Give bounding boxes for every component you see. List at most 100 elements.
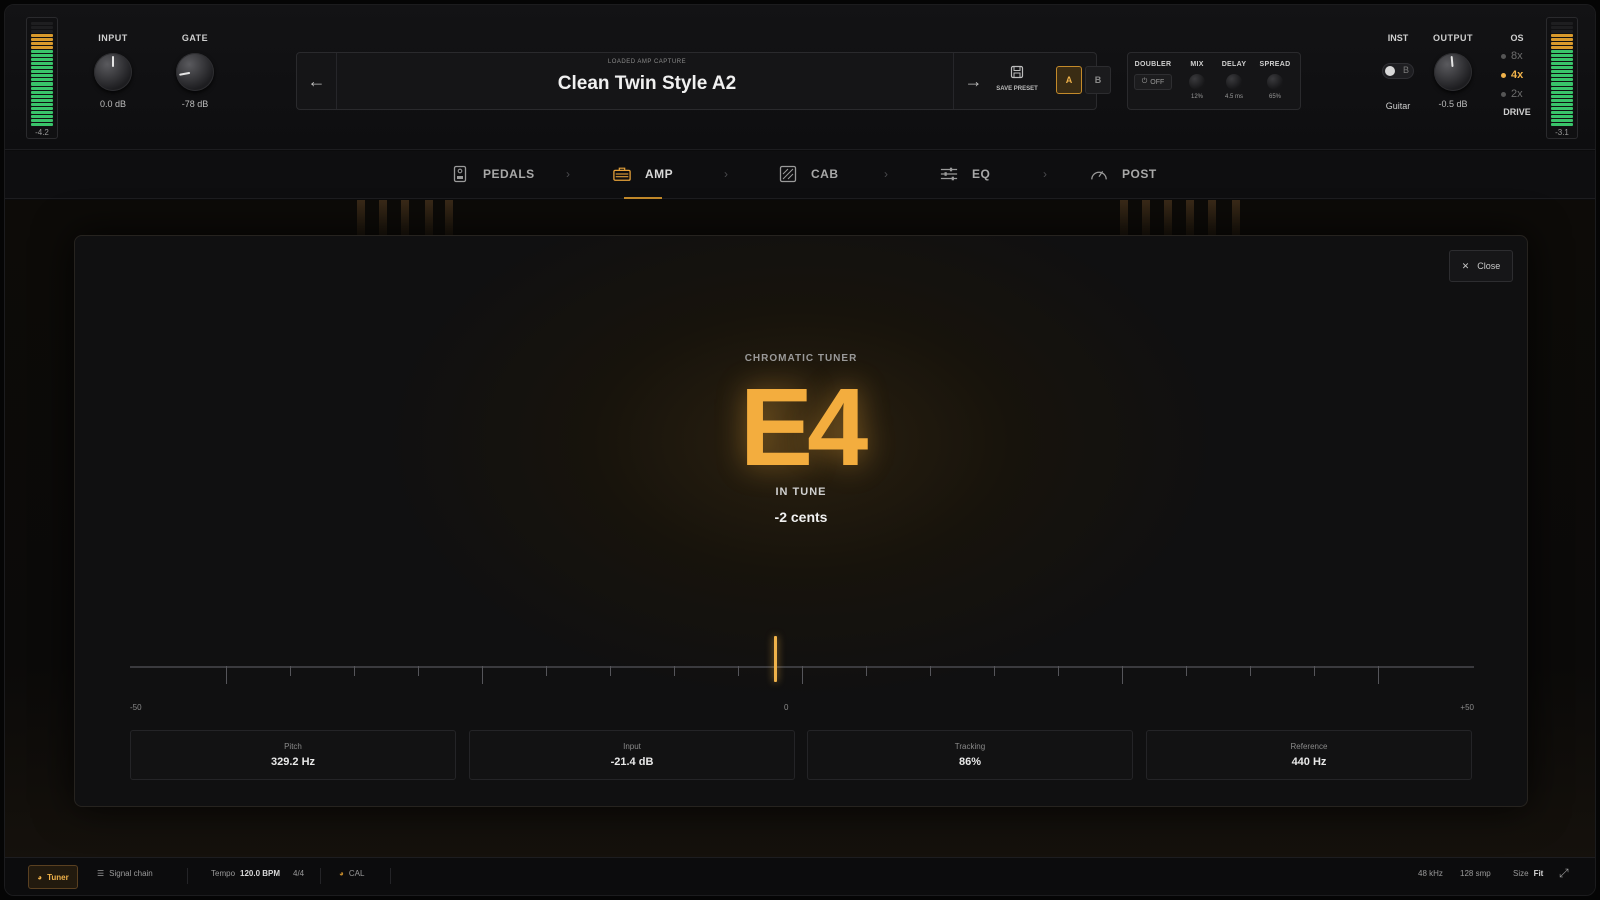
gate-value: -78 dB [181, 99, 209, 109]
spread-label: SPREAD [1259, 61, 1291, 68]
output-level-meter: -3.1 [1546, 17, 1578, 139]
meter-segment [1551, 114, 1573, 118]
meter-segment [31, 114, 53, 118]
meter-segment [1551, 34, 1573, 38]
doubler-panel: DOUBLER ⏻ OFF MIX 12% DELAY 4.5 ms SPREA… [1127, 52, 1301, 110]
doubler-delay-group: DELAY 4.5 ms [1220, 61, 1248, 100]
meter-segment [31, 82, 53, 86]
mix-knob[interactable] [1189, 74, 1205, 90]
delay-label: DELAY [1221, 61, 1247, 68]
size-label: Size [1513, 869, 1529, 878]
doubler-power-button[interactable]: ⏻ OFF [1134, 74, 1172, 90]
header-bar: -4.2 INPUT 0.0 dB GATE -78 dB ← LOADED A… [5, 5, 1595, 150]
meter-segment [31, 34, 53, 38]
scale-tick [738, 666, 739, 676]
stat-label: Tracking [954, 742, 986, 751]
instrument-toggle[interactable]: B [1382, 63, 1414, 79]
tuner-button-label: Tuner [47, 872, 69, 882]
gate-knob-group: GATE -78 dB [160, 33, 230, 109]
active-tab-indicator [624, 197, 662, 199]
os-label: OS [1510, 33, 1524, 43]
radio-dot-icon [1501, 72, 1506, 78]
output-knob[interactable] [1434, 53, 1472, 91]
slot-a-button[interactable]: A [1056, 66, 1082, 94]
doubler-spread-group: SPREAD 65% [1258, 61, 1292, 100]
scale-tick [482, 666, 483, 684]
output-label: OUTPUT [1433, 33, 1473, 43]
meter-segment [31, 118, 53, 122]
close-button[interactable]: ✕ Close [1449, 250, 1513, 282]
stat-value: 329.2 Hz [270, 756, 316, 768]
delay-knob[interactable] [1226, 74, 1242, 90]
eq-sliders-icon [940, 165, 958, 183]
close-icon: ✕ [1461, 260, 1470, 271]
meter-segment [1551, 78, 1573, 82]
meter-segment [1551, 86, 1573, 90]
meter-segment [31, 46, 53, 50]
tab-post-label: POST [1122, 167, 1157, 181]
slot-b-button[interactable]: B [1085, 66, 1111, 94]
grille-stripe [425, 200, 433, 236]
meter-segment [1551, 54, 1573, 58]
cal-label: CAL [348, 869, 365, 878]
calibration-button[interactable]: ◕ CAL [339, 869, 364, 878]
grille-stripe [1208, 200, 1216, 236]
meter-segment [1551, 46, 1573, 50]
tab-pedals[interactable]: PEDALS [451, 165, 535, 183]
meter-segment [31, 42, 53, 46]
meter-segment [1551, 106, 1573, 110]
doubler-toggle-group: DOUBLER ⏻ OFF [1134, 61, 1172, 90]
tab-amp[interactable]: AMP [613, 165, 673, 183]
signal-chain-icon: ☰ [97, 869, 105, 878]
tab-cab[interactable]: CAB [779, 165, 839, 183]
scale-max-label: +50 [1460, 703, 1474, 712]
stat-label: Reference [1290, 742, 1328, 751]
tab-eq[interactable]: EQ [940, 165, 990, 183]
grille-stripe [1120, 200, 1128, 236]
tuner-button[interactable]: ◕ Tuner [28, 865, 78, 889]
meter-segment [31, 22, 53, 26]
chevron-right-icon: › [566, 167, 570, 181]
oversampling-group: OS 8x 4x 2x DRIVE [1495, 33, 1539, 117]
save-preset-button[interactable]: SAVE PRESET [994, 65, 1040, 92]
tab-eq-label: EQ [972, 167, 991, 181]
divider [187, 868, 188, 884]
os-option-2x[interactable]: 2x [1495, 88, 1539, 100]
scale-min-label: -50 [130, 703, 142, 712]
meter-segment [1551, 62, 1573, 66]
input-knob[interactable] [94, 53, 132, 91]
spread-knob[interactable] [1267, 74, 1283, 90]
signal-chain-button[interactable]: ☰ Signal chain [97, 869, 153, 878]
previous-capture-button[interactable]: ← [297, 53, 337, 109]
meter-segment [1551, 38, 1573, 42]
fullscreen-icon[interactable]: ⤢ [1559, 866, 1569, 881]
tuner-title: CHROMATIC TUNER [744, 353, 858, 364]
time-signature[interactable]: 4/4 [293, 869, 304, 878]
doubler-state: OFF [1150, 78, 1165, 86]
meter-segment [31, 110, 53, 114]
mix-value: 12% [1190, 94, 1203, 100]
scale-tick [930, 666, 931, 676]
next-capture-button[interactable]: → [953, 53, 993, 109]
meter-segment [1551, 70, 1573, 74]
stat-input: Input -21.4 dB [469, 730, 795, 780]
tempo-display[interactable]: Tempo 120.0 BPM [211, 869, 280, 878]
stat-label: Pitch [284, 742, 302, 751]
buffer-size: 128 smp [1460, 869, 1491, 878]
scale-tick [1314, 666, 1315, 676]
signal-chain-label: Signal chain [109, 869, 153, 878]
tempo-value: 120.0 BPM [240, 869, 281, 878]
tab-post[interactable]: POST [1090, 165, 1157, 183]
os-option-4x[interactable]: 4x [1495, 69, 1539, 81]
tab-pedals-label: PEDALS [483, 167, 535, 181]
radio-dot-icon [1501, 91, 1506, 97]
meter-segment [31, 106, 53, 110]
scale-tick [1250, 666, 1251, 676]
grille-stripe [379, 200, 387, 236]
window-size-control[interactable]: Size Fit [1513, 869, 1543, 878]
stat-reference: Reference 440 Hz [1146, 730, 1472, 780]
os-option-8x[interactable]: 8x [1495, 50, 1539, 62]
gate-knob[interactable] [176, 53, 214, 91]
scale-tick [1058, 666, 1059, 676]
pedal-icon [451, 165, 469, 183]
